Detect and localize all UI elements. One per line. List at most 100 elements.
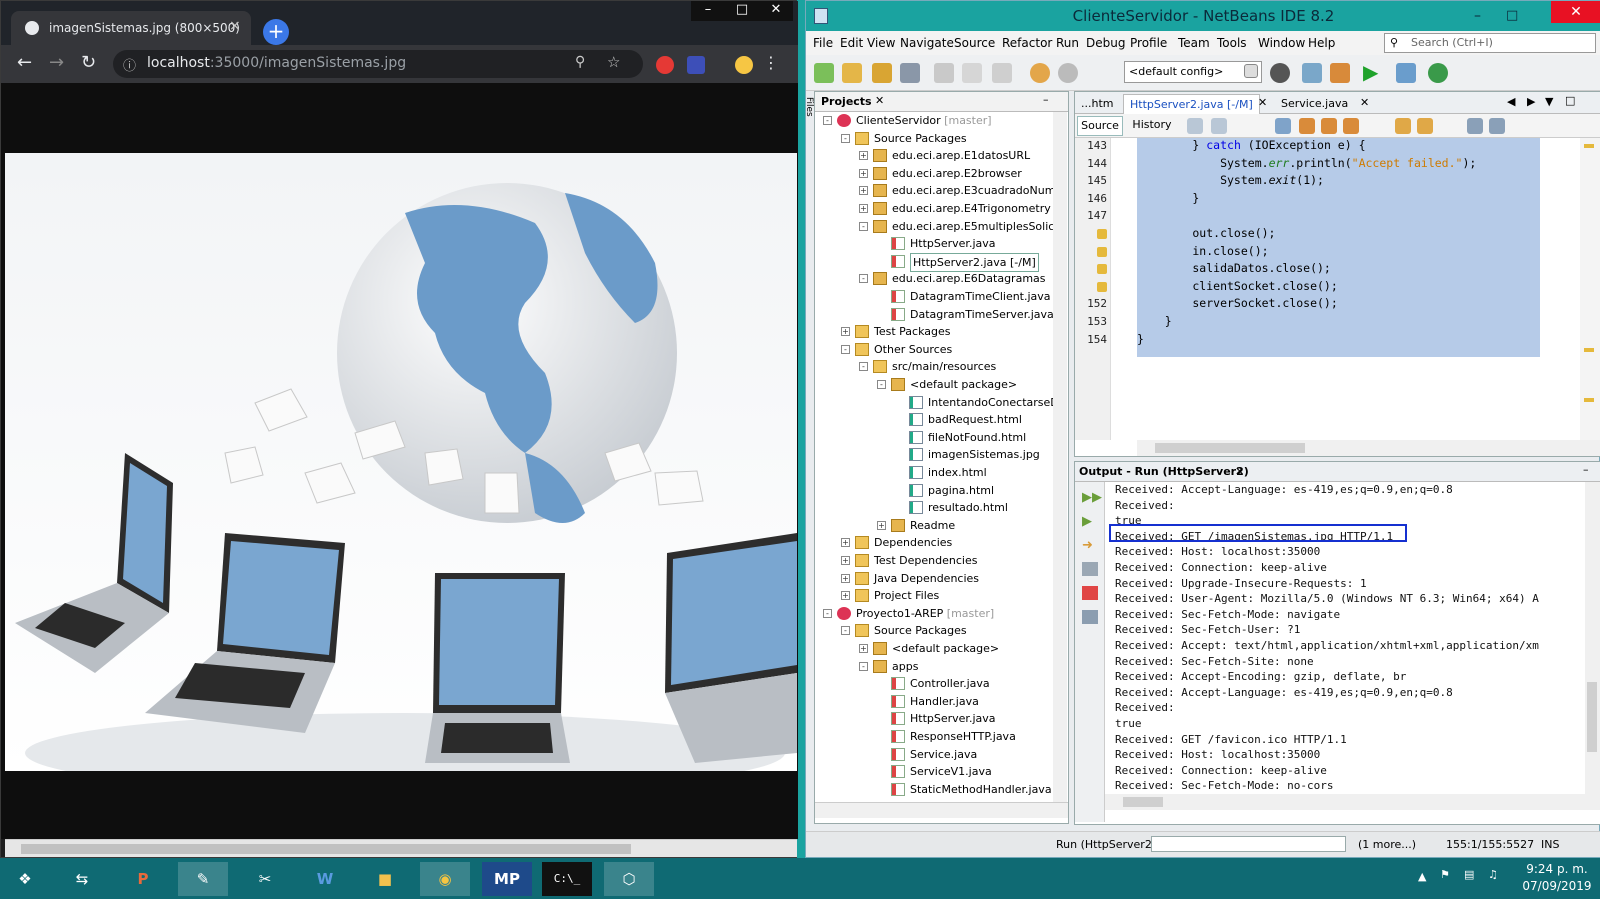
config-select[interactable]: <default config> xyxy=(1124,61,1262,83)
tree-item[interactable]: DatagramTimeServer.java xyxy=(815,306,1053,324)
tree-item[interactable]: + Readme xyxy=(815,517,1053,535)
run-play-icon[interactable]: ▶ xyxy=(1363,60,1378,84)
back-arrow-icon[interactable]: ← xyxy=(17,54,32,72)
menu-refactor[interactable]: Refactor xyxy=(1002,36,1052,50)
minimize-button[interactable]: – xyxy=(691,1,725,21)
site-info-icon[interactable]: ⓘ xyxy=(123,55,136,74)
find-icon[interactable] xyxy=(1275,118,1291,134)
tree-item[interactable]: + edu.eci.arep.E1datosURL xyxy=(815,147,1053,165)
close-window-button[interactable]: ✕ xyxy=(759,1,793,21)
tree-item[interactable]: + edu.eci.arep.E2browser xyxy=(815,165,1053,183)
tree-item[interactable]: StaticMethodHandler.java xyxy=(815,781,1053,799)
tree-item[interactable]: + Project Files xyxy=(815,587,1053,605)
tree-item[interactable]: + Test Packages xyxy=(815,323,1053,341)
address-bar[interactable]: ⓘ localhost:35000/imagenSistemas.jpg ⚲ ☆ xyxy=(113,50,643,78)
back-icon[interactable] xyxy=(1211,118,1227,134)
new-file-icon[interactable] xyxy=(814,63,834,83)
collapse-icon[interactable]: - xyxy=(859,362,868,372)
open-project-icon[interactable] xyxy=(872,63,892,83)
tree-item[interactable]: + edu.eci.arep.E3cuadradoNum xyxy=(815,182,1053,200)
tree-item[interactable]: - edu.eci.arep.E6Datagramas xyxy=(815,270,1053,288)
menu-run[interactable]: Run xyxy=(1056,36,1079,50)
expand-icon[interactable]: + xyxy=(859,151,868,161)
output-vertical-scrollbar[interactable] xyxy=(1585,482,1600,810)
service-tab-close-icon[interactable]: ✕ xyxy=(1360,96,1369,109)
profile-avatar-icon[interactable] xyxy=(735,56,753,74)
files-side-tab[interactable]: Files xyxy=(804,97,814,157)
editor-horizontal-scrollbar[interactable] xyxy=(1137,440,1600,456)
maximize-button[interactable]: □ xyxy=(725,1,759,21)
redo-icon[interactable] xyxy=(1058,63,1078,83)
next-bookmark-icon[interactable] xyxy=(1417,118,1433,134)
tree-item[interactable]: - src/main/resources xyxy=(815,358,1053,376)
status-more-label[interactable]: (1 more...) xyxy=(1358,838,1416,851)
zoom-icon[interactable]: ⚲ xyxy=(575,54,585,70)
chrome-icon[interactable]: ◉ xyxy=(420,862,470,896)
powerpoint-icon[interactable]: P xyxy=(118,862,168,896)
shift-right-icon[interactable] xyxy=(1489,118,1505,134)
expand-icon[interactable]: + xyxy=(859,204,868,213)
tab-scroll-right-icon[interactable]: ▶ xyxy=(1527,95,1535,108)
cmd-icon[interactable]: C:\_ xyxy=(542,862,592,896)
menu-tools[interactable]: Tools xyxy=(1217,36,1247,50)
expand-icon[interactable]: + xyxy=(841,573,850,583)
mp-app-icon[interactable]: MP xyxy=(482,862,532,896)
code-line[interactable]: } xyxy=(1137,332,1144,346)
editor-maximize-icon[interactable]: □ xyxy=(1565,94,1575,107)
last-edit-icon[interactable] xyxy=(1187,118,1203,134)
code-line[interactable]: } xyxy=(1137,314,1172,328)
tree-item[interactable]: ResponseHTTP.java xyxy=(815,728,1053,746)
tree-item[interactable]: - Proyecto1-AREP [master] xyxy=(815,605,1053,623)
reload-icon[interactable]: ↻ xyxy=(81,54,96,72)
collapse-icon[interactable]: - xyxy=(859,274,868,284)
expand-icon[interactable]: + xyxy=(859,644,868,653)
tree-item[interactable]: IntentandoConectarseDes xyxy=(815,394,1053,412)
nb-minimize-button[interactable]: – xyxy=(1474,1,1481,31)
new-tab-button[interactable]: + xyxy=(263,19,289,45)
extension-red-icon[interactable] xyxy=(656,56,674,74)
menu-dots-icon[interactable]: ⋮ xyxy=(763,54,779,72)
warning-hint-icon[interactable] xyxy=(1097,264,1107,275)
menu-team[interactable]: Team xyxy=(1178,36,1210,50)
menu-navigate[interactable]: Navigate xyxy=(900,36,954,50)
extension-blue-icon[interactable] xyxy=(687,56,705,74)
scrollbar-thumb[interactable] xyxy=(1587,682,1597,752)
panel-minimize-icon[interactable]: – xyxy=(1043,93,1049,106)
tray-network-icon[interactable]: ▤ xyxy=(1464,868,1474,881)
code-line[interactable]: salidaDatos.close(); xyxy=(1137,261,1331,275)
code-line[interactable]: System.err.println("Accept failed."); xyxy=(1137,156,1476,170)
scrollbar-thumb[interactable] xyxy=(1155,443,1305,453)
teamviewer-icon[interactable]: ⇆ xyxy=(57,862,107,896)
collapse-icon[interactable]: - xyxy=(841,344,850,354)
tray-chevron-up-icon[interactable]: ▲ xyxy=(1418,870,1426,883)
menu-profile[interactable]: Profile xyxy=(1130,36,1167,50)
tree-item[interactable]: + Test Dependencies xyxy=(815,552,1053,570)
editor-tab-httpserver2[interactable]: HttpServer2.java [-/M] xyxy=(1123,94,1260,114)
tree-item[interactable]: imagenSistemas.jpg xyxy=(815,446,1053,464)
debug-icon[interactable] xyxy=(1396,63,1416,83)
projects-horizontal-scrollbar[interactable] xyxy=(815,802,1068,818)
expand-icon[interactable]: + xyxy=(859,186,868,196)
file-explorer-icon[interactable]: ■ xyxy=(360,862,410,896)
code-line[interactable]: in.close(); xyxy=(1137,244,1268,258)
chevron-down-icon[interactable] xyxy=(1244,64,1258,78)
warning-marker[interactable] xyxy=(1584,348,1594,352)
output-tab[interactable]: Output - Run (HttpServer2) ✕ – xyxy=(1075,462,1600,482)
tray-flag-icon[interactable]: ⚑ xyxy=(1440,868,1450,881)
find-prev-icon[interactable] xyxy=(1299,118,1315,134)
collapse-icon[interactable]: - xyxy=(877,380,886,389)
collapse-icon[interactable]: - xyxy=(823,116,832,125)
code-line[interactable]: serverSocket.close(); xyxy=(1137,296,1337,310)
collapse-icon[interactable]: - xyxy=(859,221,868,231)
output-horizontal-scrollbar[interactable] xyxy=(1105,794,1585,810)
copy-icon[interactable] xyxy=(962,63,982,83)
collapse-icon[interactable]: - xyxy=(841,133,850,143)
nb-close-button[interactable]: ✕ xyxy=(1551,1,1600,23)
undo-icon[interactable] xyxy=(1030,63,1050,83)
menu-source[interactable]: Source xyxy=(954,36,995,50)
tree-item[interactable]: Controller.java xyxy=(815,675,1053,693)
shift-left-icon[interactable] xyxy=(1467,118,1483,134)
tree-item[interactable]: resultado.html xyxy=(815,499,1053,517)
expand-icon[interactable]: + xyxy=(841,538,850,548)
tab-close-icon[interactable]: × xyxy=(229,18,241,34)
